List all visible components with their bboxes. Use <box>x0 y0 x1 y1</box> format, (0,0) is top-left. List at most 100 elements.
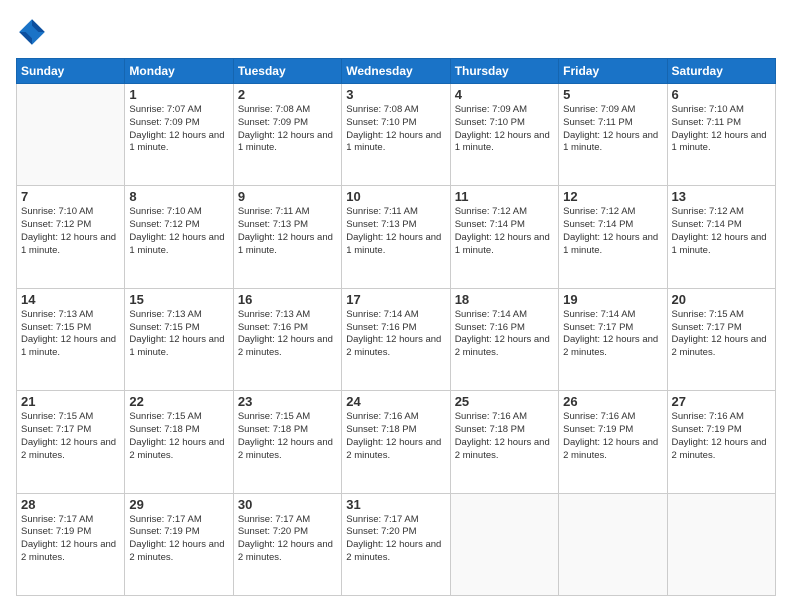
sunrise-label: Sunrise: 7:15 AM <box>672 309 744 320</box>
day-number: 22 <box>129 394 228 409</box>
daylight-label: Daylight: 12 hours and 2 minutes. <box>238 437 333 461</box>
day-info: Sunrise: 7:09 AMSunset: 7:10 PMDaylight:… <box>455 104 554 155</box>
calendar-cell: 16Sunrise: 7:13 AMSunset: 7:16 PMDayligh… <box>233 288 341 390</box>
day-info: Sunrise: 7:15 AMSunset: 7:17 PMDaylight:… <box>672 309 771 360</box>
calendar-cell: 9 Sunrise: 7:11 AMSunset: 7:13 PMDaylight… <box>233 186 341 288</box>
daylight-label: Daylight: 12 hours and 1 minute. <box>563 130 658 154</box>
calendar-week-row: 21Sunrise: 7:15 AMSunset: 7:17 PMDayligh… <box>17 391 776 493</box>
sunset-label: Sunset: 7:11 PM <box>563 117 633 128</box>
sunset-label: Sunset: 7:19 PM <box>563 424 633 435</box>
calendar-cell: 4 Sunrise: 7:09 AMSunset: 7:10 PMDaylight… <box>450 84 558 186</box>
day-number: 27 <box>672 394 771 409</box>
day-number: 4 <box>455 87 554 102</box>
calendar-cell: 28Sunrise: 7:17 AMSunset: 7:19 PMDayligh… <box>17 493 125 595</box>
calendar-cell: 2Sunrise: 7:08 AMSunset: 7:09 PMDaylight… <box>233 84 341 186</box>
sunset-label: Sunset: 7:13 PM <box>346 219 416 230</box>
daylight-label: Daylight: 12 hours and 2 minutes. <box>346 334 441 358</box>
day-info: Sunrise: 7:07 AMSunset: 7:09 PMDaylight:… <box>129 104 228 155</box>
day-info: Sunrise: 7:14 AMSunset: 7:17 PMDaylight:… <box>563 309 662 360</box>
day-number: 20 <box>672 292 771 307</box>
sunset-label: Sunset: 7:09 PM <box>129 117 199 128</box>
sunrise-label: Sunrise: 7:16 AM <box>563 411 635 422</box>
day-number: 24 <box>346 394 445 409</box>
daylight-label: Daylight: 12 hours and 2 minutes. <box>455 334 550 358</box>
daylight-label: Daylight: 12 hours and 2 minutes. <box>563 334 658 358</box>
day-info: Sunrise: 7:10 AMSunset: 7:12 PMDaylight:… <box>21 206 120 257</box>
day-info: Sunrise: 7:14 AMSunset: 7:16 PMDaylight:… <box>346 309 445 360</box>
sunset-label: Sunset: 7:14 PM <box>672 219 742 230</box>
daylight-label: Daylight: 12 hours and 1 minute. <box>455 130 550 154</box>
calendar-cell: 21Sunrise: 7:15 AMSunset: 7:17 PMDayligh… <box>17 391 125 493</box>
day-number: 25 <box>455 394 554 409</box>
day-info: Sunrise: 7:14 AMSunset: 7:16 PMDaylight:… <box>455 309 554 360</box>
day-info: Sunrise: 7:13 AMSunset: 7:15 PMDaylight:… <box>129 309 228 360</box>
sunset-label: Sunset: 7:19 PM <box>21 526 91 537</box>
day-info: Sunrise: 7:15 AMSunset: 7:18 PMDaylight:… <box>129 411 228 462</box>
sunset-label: Sunset: 7:17 PM <box>21 424 91 435</box>
calendar-cell: 6Sunrise: 7:10 AMSunset: 7:11 PMDaylight… <box>667 84 775 186</box>
day-number: 3 <box>346 87 445 102</box>
calendar-cell: 12Sunrise: 7:12 AMSunset: 7:14 PMDayligh… <box>559 186 667 288</box>
day-number: 13 <box>672 189 771 204</box>
sunset-label: Sunset: 7:15 PM <box>129 322 199 333</box>
sunset-label: Sunset: 7:14 PM <box>563 219 633 230</box>
sunset-label: Sunset: 7:10 PM <box>455 117 525 128</box>
sunrise-label: Sunrise: 7:13 AM <box>238 309 310 320</box>
sunrise-label: Sunrise: 7:12 AM <box>672 206 744 217</box>
sunrise-label: Sunrise: 7:15 AM <box>21 411 93 422</box>
day-info: Sunrise: 7:12 AM Sunset: 7:14 PM Daylight:… <box>672 206 771 257</box>
calendar-cell: 25 Sunrise: 7:16 AMSunset: 7:18 PMDayligh… <box>450 391 558 493</box>
sunrise-label: Sunrise: 7:16 AM <box>455 411 527 422</box>
day-info: Sunrise: 7:16 AMSunset: 7:18 PMDaylight:… <box>455 411 554 462</box>
day-number: 7 <box>21 189 120 204</box>
day-number: 9 <box>238 189 337 204</box>
day-number: 1 <box>129 87 228 102</box>
calendar-cell: 31Sunrise: 7:17 AMSunset: 7:20 PMDayligh… <box>342 493 450 595</box>
day-info: Sunrise: 7:11 AMSunset: 7:13 PMDaylight:… <box>238 206 337 257</box>
sunset-label: Sunset: 7:19 PM <box>672 424 742 435</box>
calendar-cell <box>667 493 775 595</box>
day-number: 28 <box>21 497 120 512</box>
day-number: 5 <box>563 87 662 102</box>
sunset-label: Sunset: 7:12 PM <box>129 219 199 230</box>
day-number: 15 <box>129 292 228 307</box>
day-info: Sunrise: 7:17 AMSunset: 7:20 PMDaylight:… <box>238 514 337 565</box>
daylight-label: Daylight: 12 hours and 2 minutes. <box>672 437 767 461</box>
day-info: Sunrise: 7:11 AMSunset: 7:13 PMDaylight:… <box>346 206 445 257</box>
daylight-label: Daylight: 12 hours and 1 minute. <box>672 232 767 256</box>
logo <box>16 16 52 48</box>
sunrise-label: Sunrise: 7:08 AM <box>346 104 418 115</box>
calendar-cell: 10 Sunrise: 7:11 AMSunset: 7:13 PMDayligh… <box>342 186 450 288</box>
calendar-cell: 7 Sunrise: 7:10 AMSunset: 7:12 PMDaylight… <box>17 186 125 288</box>
sunset-label: Sunset: 7:19 PM <box>129 526 199 537</box>
weekday-header-row: SundayMondayTuesdayWednesdayThursdayFrid… <box>17 59 776 84</box>
calendar-week-row: 1 Sunrise: 7:07 AM Sunset: 7:09 PM Daylight… <box>17 84 776 186</box>
daylight-label: Daylight: 12 hours and 2 minutes. <box>238 539 333 563</box>
day-info: Sunrise: 7:10 AMSunset: 7:11 PMDaylight:… <box>672 104 771 155</box>
sunset-label: Sunset: 7:16 PM <box>455 322 525 333</box>
daylight-label: Daylight: 12 hours and 1 minute. <box>455 232 550 256</box>
calendar-cell: 15 Sunrise: 7:13 AMSunset: 7:15 PMDayligh… <box>125 288 233 390</box>
day-info: Sunrise: 7:15 AMSunset: 7:18 PMDaylight:… <box>238 411 337 462</box>
daylight-label: Daylight: 12 hours and 2 minutes. <box>346 539 441 563</box>
calendar-cell: 19Sunrise: 7:14 AMSunset: 7:17 PMDayligh… <box>559 288 667 390</box>
day-number: 10 <box>346 189 445 204</box>
sunset-label: Sunset: 7:13 PM <box>238 219 308 230</box>
daylight-label: Daylight: 12 hours and 1 minute. <box>346 130 441 154</box>
calendar-cell: 26Sunrise: 7:16 AMSunset: 7:19 PMDayligh… <box>559 391 667 493</box>
sunrise-label: Sunrise: 7:07 AM <box>129 104 201 115</box>
day-number: 17 <box>346 292 445 307</box>
daylight-label: Daylight: 12 hours and 1 minute. <box>238 232 333 256</box>
calendar-cell: 8Sunrise: 7:10 AMSunset: 7:12 PMDaylight… <box>125 186 233 288</box>
day-number: 18 <box>455 292 554 307</box>
day-info: Sunrise: 7:08 AMSunset: 7:09 PMDaylight:… <box>238 104 337 155</box>
logo-icon <box>16 16 48 48</box>
day-number: 14 <box>21 292 120 307</box>
day-info: Sunrise: 7:12 AMSunset: 7:14 PMDaylight:… <box>455 206 554 257</box>
day-info: Sunrise: 7:16 AMSunset: 7:19 PMDaylight:… <box>672 411 771 462</box>
sunrise-label: Sunrise: 7:14 AM <box>346 309 418 320</box>
daylight-label: Daylight: 12 hours and 2 minutes. <box>346 437 441 461</box>
daylight-label: Daylight: 12 hours and 1 minute. <box>238 130 333 154</box>
calendar-cell: 20 Sunrise: 7:15 AMSunset: 7:17 PMDayligh… <box>667 288 775 390</box>
sunrise-label: Sunrise: 7:17 AM <box>129 514 201 525</box>
